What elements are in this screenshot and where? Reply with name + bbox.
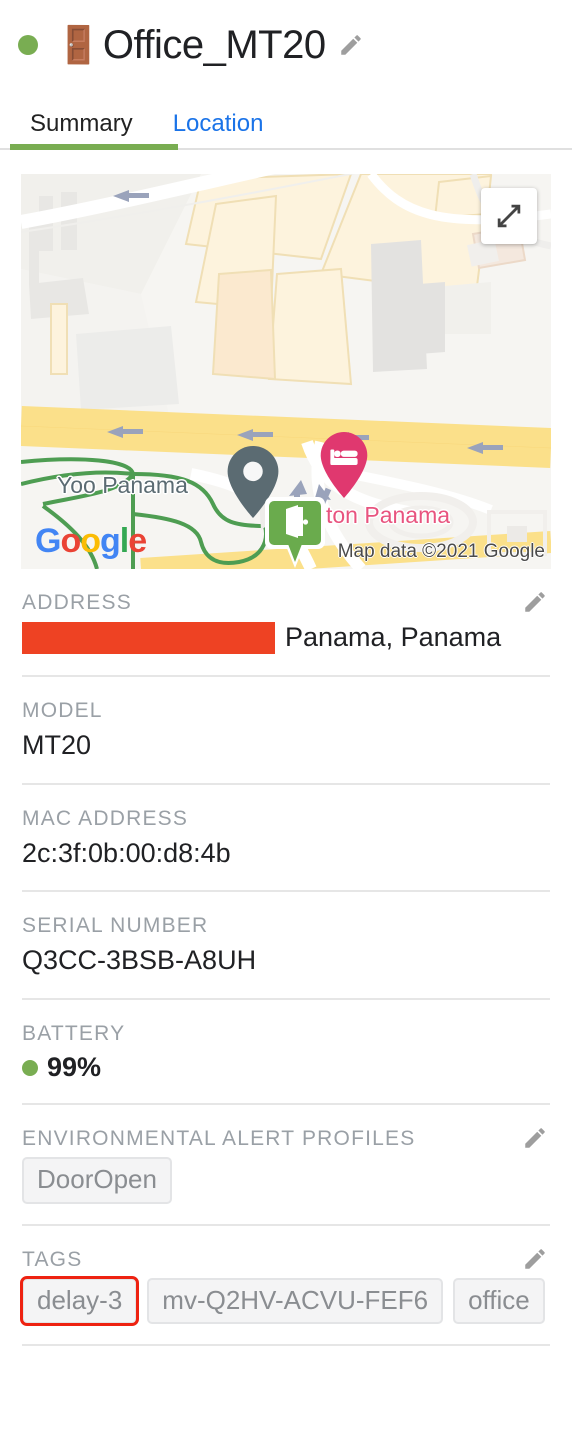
detail-value-serial-number: Q3CC-3BSB-A8UH <box>22 945 257 976</box>
detail-tags: Tags delay-3 mv-Q2HV-ACVU-FEF6 office <box>19 1223 550 1345</box>
battery-value-row: 99% <box>22 1052 550 1083</box>
map-attribution: Map data ©2021 Google <box>337 541 545 562</box>
section-divider <box>22 1344 550 1347</box>
tag-chip-delay[interactable]: delay-3 <box>19 1275 140 1327</box>
edit-device-name-button[interactable] <box>338 32 364 58</box>
device-details: Address Panama, Panama Model MT20 MAC Ad… <box>0 569 572 1344</box>
detail-model: Model MT20 <box>22 674 550 783</box>
detail-mac-address: MAC Address 2c:3f:0b:00:d8:4b <box>22 782 550 891</box>
edit-environmental-alert-profiles-button[interactable] <box>522 1125 548 1156</box>
detail-value-mac-address: 2c:3f:0b:00:d8:4b <box>22 837 231 868</box>
detail-value-model: MT20 <box>22 729 92 760</box>
tag-chip-mv-serial[interactable]: mv-Q2HV-ACVU-FEF6 <box>147 1277 444 1325</box>
detail-serial-number: Serial Number Q3CC-3BSB-A8UH <box>22 890 550 998</box>
tag-chips: delay-3 mv-Q2HV-ACVU-FEF6 office <box>19 1275 550 1327</box>
detail-label-model: Model <box>22 698 103 722</box>
device-summary-page: 🚪 Office_MT20 Summary Location Yoo Panam… <box>0 0 572 1448</box>
detail-label-serial-number: Serial Number <box>22 914 209 938</box>
detail-label-address: Address <box>22 591 132 614</box>
pencil-icon <box>525 1128 545 1148</box>
tag-chip-office[interactable]: office <box>453 1277 545 1325</box>
detail-environmental-alert-profiles: Environmental Alert Profiles DoorOpen <box>22 1103 550 1224</box>
list-item[interactable]: DoorOpen <box>22 1157 172 1204</box>
edit-tags-button[interactable] <box>522 1246 548 1277</box>
detail-value-battery: 99% <box>47 1052 102 1082</box>
battery-status-dot <box>22 1059 38 1076</box>
map-label-yoo-panama: Yoo Panama <box>57 472 188 498</box>
environmental-alert-profile-chips: DoorOpen <box>22 1157 550 1204</box>
hotel-marker-icon[interactable] <box>320 432 368 498</box>
expand-map-button[interactable] <box>481 188 537 244</box>
pencil-icon <box>525 592 545 612</box>
pencil-icon <box>525 1248 545 1269</box>
detail-value-address: Panama, Panama <box>285 622 502 652</box>
detail-label-environmental-alert-profiles: Environmental Alert Profiles <box>22 1127 416 1150</box>
door-icon: 🚪 <box>56 24 101 65</box>
door-marker-icon <box>265 497 325 568</box>
detail-label-battery: Battery <box>22 1022 126 1045</box>
detail-label-mac-address: MAC Address <box>22 806 189 830</box>
edit-address-button[interactable] <box>522 589 548 620</box>
address-redaction-block <box>22 621 275 654</box>
detail-battery: Battery 99% <box>22 998 550 1103</box>
active-tab-indicator <box>10 144 178 150</box>
detail-label-tags: Tags <box>22 1247 83 1271</box>
door-sensor-marker[interactable] <box>262 494 328 569</box>
map-label-ton-panama: ton Panama <box>326 502 451 528</box>
detail-address: Address Panama, Panama <box>22 569 550 675</box>
page-header: 🚪 Office_MT20 <box>0 0 572 72</box>
pencil-icon <box>340 35 361 55</box>
google-logo: Google <box>35 522 147 560</box>
device-status-dot <box>18 35 38 55</box>
location-map[interactable]: Yoo Panama ton Panama Google Map data ©2… <box>21 174 551 569</box>
page-title: Office_MT20 <box>102 23 326 67</box>
address-value-row: Panama, Panama <box>22 621 550 655</box>
expand-icon <box>497 204 521 228</box>
tab-bar: Summary Location <box>0 90 572 150</box>
